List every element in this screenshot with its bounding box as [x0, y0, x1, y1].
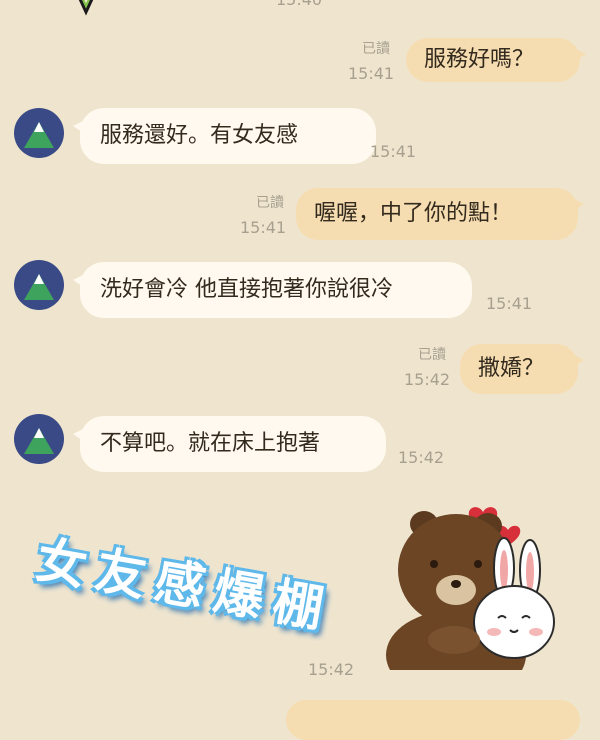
partial-timestamp: 15:40 — [276, 0, 322, 9]
contact-avatar[interactable] — [14, 108, 64, 158]
outgoing-message-bubble[interactable]: 撒嬌？ — [460, 344, 584, 394]
message-timestamp: 15:41 — [348, 64, 395, 83]
incoming-message-bubble[interactable]: 不算吧。就在床上抱著 — [73, 416, 386, 472]
message-timestamp: 15:41 — [240, 218, 287, 237]
mountain-icon — [24, 122, 54, 148]
message-timestamp: 15:42 — [398, 448, 445, 467]
message-timestamp: 15:42 — [404, 370, 451, 389]
incoming-message-bubble[interactable]: 服務還好。有女友感 — [73, 108, 376, 164]
outgoing-message-bubble[interactable]: 喔喔，中了你的點！ — [296, 188, 584, 240]
sticker[interactable]: 女友感爆棚 — [32, 490, 556, 700]
mountain-icon — [24, 274, 54, 300]
incoming-message-bubble[interactable]: 洗好會冷 他直接抱著你說很冷 — [73, 262, 472, 318]
read-receipt: 已讀 — [256, 195, 284, 211]
contact-avatar[interactable] — [14, 414, 64, 464]
message-timestamp: 15:41 — [486, 294, 533, 313]
outgoing-message-bubble[interactable]: 服務好嗎？ — [406, 38, 586, 82]
read-receipt: 已讀 — [418, 347, 446, 363]
sticker-timestamp: 15:42 — [308, 660, 355, 679]
partial-avatar-icon — [68, 0, 104, 18]
mountain-icon — [24, 428, 54, 454]
partial-outgoing-bubble[interactable] — [286, 700, 580, 740]
read-receipt: 已讀 — [362, 41, 390, 57]
contact-avatar[interactable] — [14, 260, 64, 310]
message-timestamp: 15:41 — [370, 142, 417, 161]
